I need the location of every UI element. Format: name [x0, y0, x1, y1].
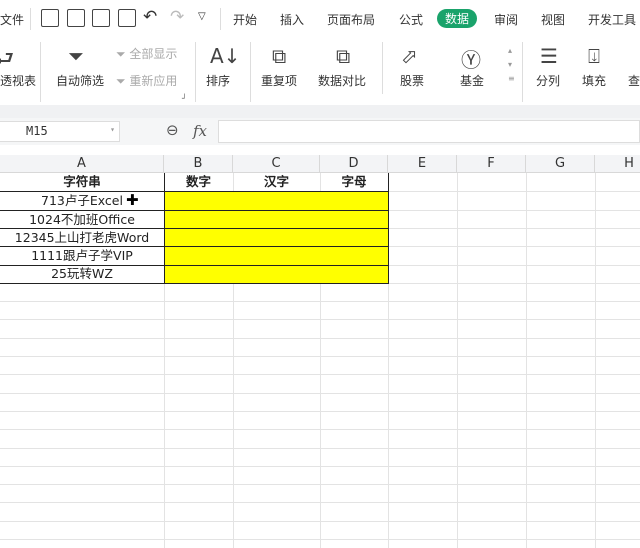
column-header-c[interactable]: C [233, 155, 320, 173]
split-column-button[interactable]: 分列 [536, 72, 560, 89]
gridline [0, 429, 640, 431]
gridline [0, 337, 640, 339]
fx-icon[interactable]: fx [193, 122, 207, 140]
sort-button[interactable]: 排序 [206, 72, 230, 89]
table-border [0, 191, 389, 192]
gridline [0, 301, 640, 303]
ribbon-divider [0, 105, 640, 118]
header-cell-chinese[interactable]: 汉字 [233, 173, 320, 191]
table-border [0, 283, 389, 284]
autofilter-button[interactable]: 自动筛选 [56, 72, 104, 89]
menu-bar: 文件 ↶ ↷ ▽ 开始 插入 页面布局 公式 数据 审阅 视图 开发工具 [0, 0, 640, 38]
column-header-h[interactable]: H [595, 155, 640, 173]
redo-icon[interactable]: ↷ [170, 7, 184, 27]
spacer [0, 145, 640, 155]
column-headers: A B C D E F G H [0, 155, 640, 173]
ribbon: ⮐ 透视表 ⏷ 自动筛选 ⏷ 全部显示 ⏷ 重新应用 ┘ A↓ 排序 ⧉ 重复项… [0, 38, 640, 105]
gridline [0, 410, 640, 412]
formula-input[interactable] [218, 120, 640, 143]
name-box[interactable]: M15 ▾ [0, 121, 120, 142]
dialog-launcher-icon[interactable]: ┘ [182, 94, 187, 103]
export-icon[interactable] [67, 9, 85, 27]
compare-button[interactable]: 数据对比 [318, 72, 366, 89]
table-border [0, 228, 389, 229]
tab-formulas[interactable]: 公式 [399, 11, 423, 28]
gridline [0, 392, 640, 394]
gridline [457, 173, 458, 548]
column-header-g[interactable]: G [526, 155, 595, 173]
chevron-down-icon[interactable]: ▾ [110, 125, 115, 134]
gridline [0, 539, 640, 540]
menu-file[interactable]: 文件 [0, 11, 24, 28]
save-icon[interactable] [41, 9, 59, 27]
header-cell-number[interactable]: 数字 [164, 173, 233, 191]
tab-review[interactable]: 审阅 [494, 11, 518, 28]
table-border [0, 210, 389, 211]
tab-data[interactable]: 数据 [437, 9, 478, 28]
reapply-button[interactable]: ⏷ 重新应用 [116, 72, 177, 89]
column-header-b[interactable]: B [164, 155, 233, 173]
gridline [0, 465, 640, 467]
data-cell[interactable]: 1024不加班Office [0, 211, 164, 229]
duplicates-icon: ⧉ [272, 44, 287, 68]
data-cell[interactable]: 713卢子Excel [0, 192, 164, 210]
fill-icon: ⍗ [588, 44, 600, 68]
sheet-grid[interactable]: 数字 汉字 字母 字符串 713卢子Excel 1024不加班Office 12… [0, 173, 640, 548]
gridline [0, 502, 640, 504]
data-cell[interactable]: 25玩转WZ [0, 265, 164, 283]
fund-button[interactable]: 基金 [460, 72, 484, 89]
data-cell[interactable]: 1111跟卢子学VIP [0, 247, 164, 265]
tab-page-layout[interactable]: 页面布局 [327, 11, 375, 28]
print-preview-icon[interactable] [118, 9, 136, 27]
gallery-scroll[interactable]: ▴ ▾ ≡ [508, 44, 515, 86]
fund-icon: Ⓨ [461, 48, 481, 72]
tab-insert[interactable]: 插入 [280, 11, 304, 28]
column-header-d[interactable]: D [320, 155, 388, 173]
gridline [0, 520, 640, 522]
undo-icon[interactable]: ↶ [143, 7, 157, 27]
cursor-cross-icon: ✚ [126, 191, 139, 209]
gridline [0, 356, 640, 357]
table-border [0, 246, 389, 247]
tab-developer[interactable]: 开发工具 [588, 11, 636, 28]
fill-button[interactable]: 填充 [582, 72, 606, 89]
header-cell-letters[interactable]: 字母 [320, 173, 388, 191]
table-border [0, 265, 389, 266]
stock-icon: ⬀ [401, 44, 418, 68]
split-column-icon: ☰ [540, 44, 558, 68]
tab-home[interactable]: 开始 [233, 11, 257, 28]
gridline [0, 374, 640, 376]
zoom-formula-icon[interactable]: ⊖ [166, 121, 179, 139]
lookup-button[interactable]: 查 [628, 72, 640, 89]
tab-view[interactable]: 视图 [541, 11, 565, 28]
column-header-f[interactable]: F [457, 155, 526, 173]
gridline [526, 173, 527, 548]
compare-icon: ⧉ [336, 44, 351, 68]
column-header-a[interactable]: A [0, 155, 164, 173]
highlighted-range [164, 191, 388, 283]
gridline [0, 319, 640, 321]
show-all-button[interactable]: ⏷ 全部显示 [116, 45, 177, 62]
filter-icon: ⏷ [68, 44, 84, 68]
data-cell[interactable]: 12345上山打老虎Word [0, 229, 164, 247]
stock-button[interactable]: 股票 [400, 72, 424, 89]
pivot-button[interactable]: 透视表 [0, 72, 36, 89]
print-icon[interactable] [92, 9, 110, 27]
customize-dropdown-icon[interactable]: ▽ [198, 11, 206, 22]
filter-show-icon: ⏷ [116, 47, 130, 61]
formula-bar: M15 ▾ ⊖ fx [0, 118, 640, 145]
gridline [0, 484, 640, 486]
sort-icon: A↓ [210, 44, 241, 68]
gridline [595, 173, 596, 548]
gridline [0, 447, 640, 449]
filter-refresh-icon: ⏷ [116, 74, 130, 88]
duplicates-button[interactable]: 重复项 [261, 72, 297, 89]
header-cell-string[interactable]: 字符串 [0, 173, 164, 191]
column-header-e[interactable]: E [388, 155, 457, 173]
